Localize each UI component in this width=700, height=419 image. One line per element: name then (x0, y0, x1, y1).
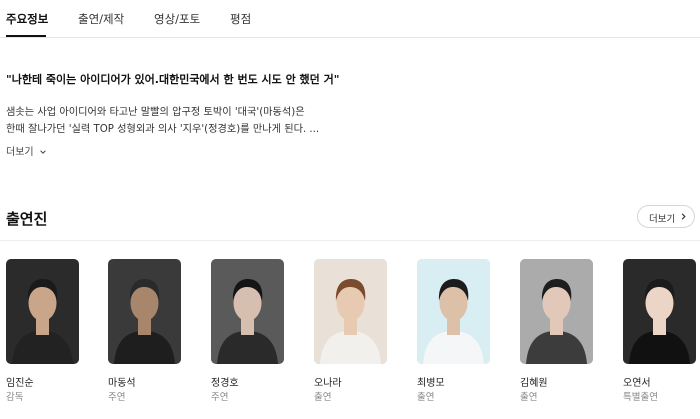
portrait-image (211, 259, 284, 364)
active-tab-indicator (6, 35, 46, 37)
cast-name[interactable]: 마동석 (108, 374, 136, 389)
cast-card[interactable]: 마동석주연 (108, 259, 181, 403)
cast-more-button[interactable]: 더보기 (637, 205, 695, 228)
synopsis-line: 한때 잘나가던 '실력 TOP 성형외과 의사 '지우'(정경호)를 만나게 된… (6, 124, 320, 135)
cast-name[interactable]: 임진순 (6, 374, 34, 389)
cast-photo[interactable] (6, 259, 79, 364)
synopsis-more-button[interactable]: 더보기 (6, 143, 47, 158)
portrait-image (314, 259, 387, 364)
synopsis-more-label: 더보기 (6, 147, 34, 158)
section-divider (0, 240, 700, 241)
cast-name[interactable]: 정경호 (211, 374, 239, 389)
cast-card[interactable]: 최병모출연 (417, 259, 490, 403)
cast-role: 감독 (6, 392, 24, 403)
tab-video-photo[interactable]: 영상/포토 (154, 11, 200, 27)
cast-card[interactable]: 오연서특별출연 (623, 259, 696, 403)
synopsis-line: 샘솟는 사업 아이디어와 타고난 말빨의 압구정 토박이 '대국'(마동석)은 (6, 107, 305, 118)
portrait-image (417, 259, 490, 364)
cast-name[interactable]: 최병모 (417, 374, 445, 389)
cast-section-title: 출연진 (6, 210, 48, 228)
cast-photo[interactable] (623, 259, 696, 364)
cast-card[interactable]: 정경호주연 (211, 259, 284, 403)
cast-photo[interactable] (314, 259, 387, 364)
cast-name[interactable]: 김혜원 (520, 374, 548, 389)
cast-photo[interactable] (211, 259, 284, 364)
cast-photo[interactable] (108, 259, 181, 364)
tab-bar: 주요정보 출연/제작 영상/포토 평점 (0, 0, 700, 38)
cast-card[interactable]: 오나라출연 (314, 259, 387, 403)
tab-main-info[interactable]: 주요정보 (6, 11, 48, 27)
cast-role: 출연 (314, 392, 332, 403)
cast-card[interactable]: 임진순감독 (6, 259, 79, 403)
cast-role: 주연 (211, 392, 229, 403)
portrait-image (6, 259, 79, 364)
cast-photo[interactable] (520, 259, 593, 364)
portrait-image (520, 259, 593, 364)
cast-role: 출연 (520, 392, 538, 403)
synopsis-title: "나한테 죽이는 아이디어가 있어.대한민국에서 한 번도 시도 안 했던 거" (6, 73, 340, 86)
cast-photo[interactable] (417, 259, 490, 364)
cast-name[interactable]: 오나라 (314, 374, 342, 389)
tab-ratings[interactable]: 평점 (230, 11, 251, 27)
portrait-image (108, 259, 181, 364)
cast-role: 출연 (417, 392, 435, 403)
portrait-image (623, 259, 696, 364)
tab-cast-crew[interactable]: 출연/제작 (78, 11, 124, 27)
chevron-down-icon (40, 150, 46, 154)
cast-card[interactable]: 김혜원출연 (520, 259, 593, 403)
synopsis-body: 샘솟는 사업 아이디어와 타고난 말빨의 압구정 토박이 '대국'(마동석)은 … (6, 104, 320, 138)
cast-role: 특별출연 (623, 392, 658, 403)
cast-more-label: 더보기 (649, 214, 676, 225)
cast-role: 주연 (108, 392, 126, 403)
cast-name[interactable]: 오연서 (623, 374, 651, 389)
chevron-right-icon (681, 213, 686, 220)
